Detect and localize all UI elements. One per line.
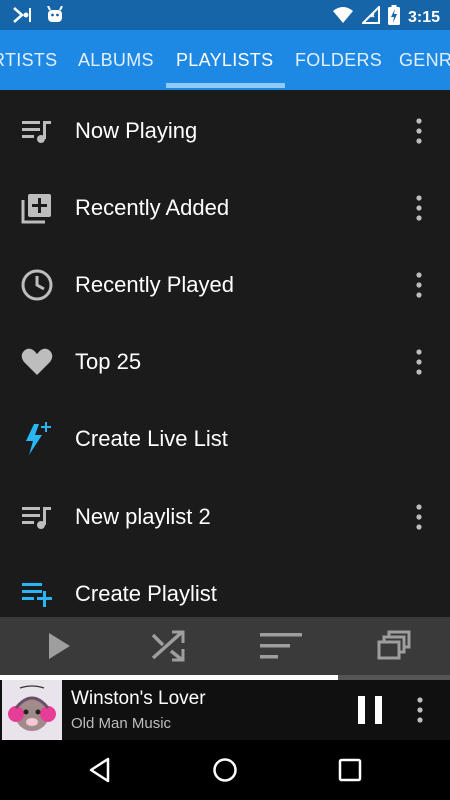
active-tab-indicator (166, 83, 285, 88)
tab-genres[interactable]: GENR (399, 50, 450, 71)
tab-albums[interactable]: ALBUMS (78, 50, 154, 71)
more-options-icon[interactable] (406, 502, 432, 532)
list-item-label: Recently Played (75, 272, 234, 297)
queue-music-icon (20, 114, 54, 148)
list-item-label: Create Live List (75, 426, 228, 451)
list-item-new-playlist-2[interactable]: New playlist 2 (0, 478, 450, 555)
bolt-plus-icon (20, 422, 54, 456)
library-add-icon (20, 191, 54, 225)
list-item-label: Now Playing (75, 118, 198, 143)
tab-artists[interactable]: RTISTS (0, 50, 57, 71)
playback-controls (0, 617, 450, 675)
tab-bar: RTISTS ALBUMS PLAYLISTS FOLDERS GENR (0, 30, 450, 90)
list-item-top-25[interactable]: Top 25 (0, 323, 450, 400)
queue-music-icon (20, 500, 54, 534)
tab-folders[interactable]: FOLDERS (295, 50, 382, 71)
now-playing-bar[interactable]: Winston's Lover Old Man Music (0, 680, 450, 740)
cast-notification-icon (12, 6, 34, 29)
list-item-recently-played[interactable]: Recently Played (0, 246, 450, 323)
playlist-list[interactable]: Now Playing Recently Added Recently Play… (0, 90, 450, 617)
playlist-add-icon (20, 577, 54, 611)
more-options-icon[interactable] (406, 116, 432, 146)
list-item-label: New playlist 2 (75, 504, 211, 529)
list-item-label: Create Playlist (75, 581, 217, 606)
back-icon[interactable] (86, 756, 114, 784)
play-icon[interactable] (40, 627, 80, 665)
tab-playlists[interactable]: PLAYLISTS (176, 50, 273, 71)
shuffle-icon[interactable] (148, 627, 188, 665)
heart-icon (20, 345, 54, 379)
more-options-icon[interactable] (407, 695, 433, 725)
system-navigation-bar (0, 740, 450, 800)
list-item-now-playing[interactable]: Now Playing (0, 92, 450, 169)
signal-icon (360, 4, 380, 29)
clock-icon (20, 268, 54, 302)
android-notification-icon (46, 5, 64, 29)
recents-icon[interactable] (336, 756, 364, 784)
list-item-label: Top 25 (75, 349, 142, 374)
list-item-recently-added[interactable]: Recently Added (0, 169, 450, 246)
battery-charging-icon (387, 5, 400, 30)
wifi-icon (332, 6, 354, 29)
album-art[interactable] (2, 680, 62, 740)
more-options-icon[interactable] (406, 270, 432, 300)
status-bar: 3:15 (0, 0, 450, 30)
list-item-label: Recently Added (75, 195, 230, 220)
track-artist: Old Man Music (71, 715, 172, 732)
track-title: Winston's Lover (71, 688, 206, 709)
list-item-create-playlist[interactable]: Create Playlist (0, 555, 450, 617)
more-options-icon[interactable] (406, 347, 432, 377)
clock-time: 3:15 (407, 8, 440, 26)
list-item-create-live-list[interactable]: Create Live List (0, 400, 450, 477)
home-icon[interactable] (211, 756, 239, 784)
sort-icon[interactable] (258, 627, 302, 665)
queue-icon[interactable] (376, 627, 416, 665)
more-options-icon[interactable] (406, 193, 432, 223)
pause-icon[interactable] (352, 692, 388, 728)
